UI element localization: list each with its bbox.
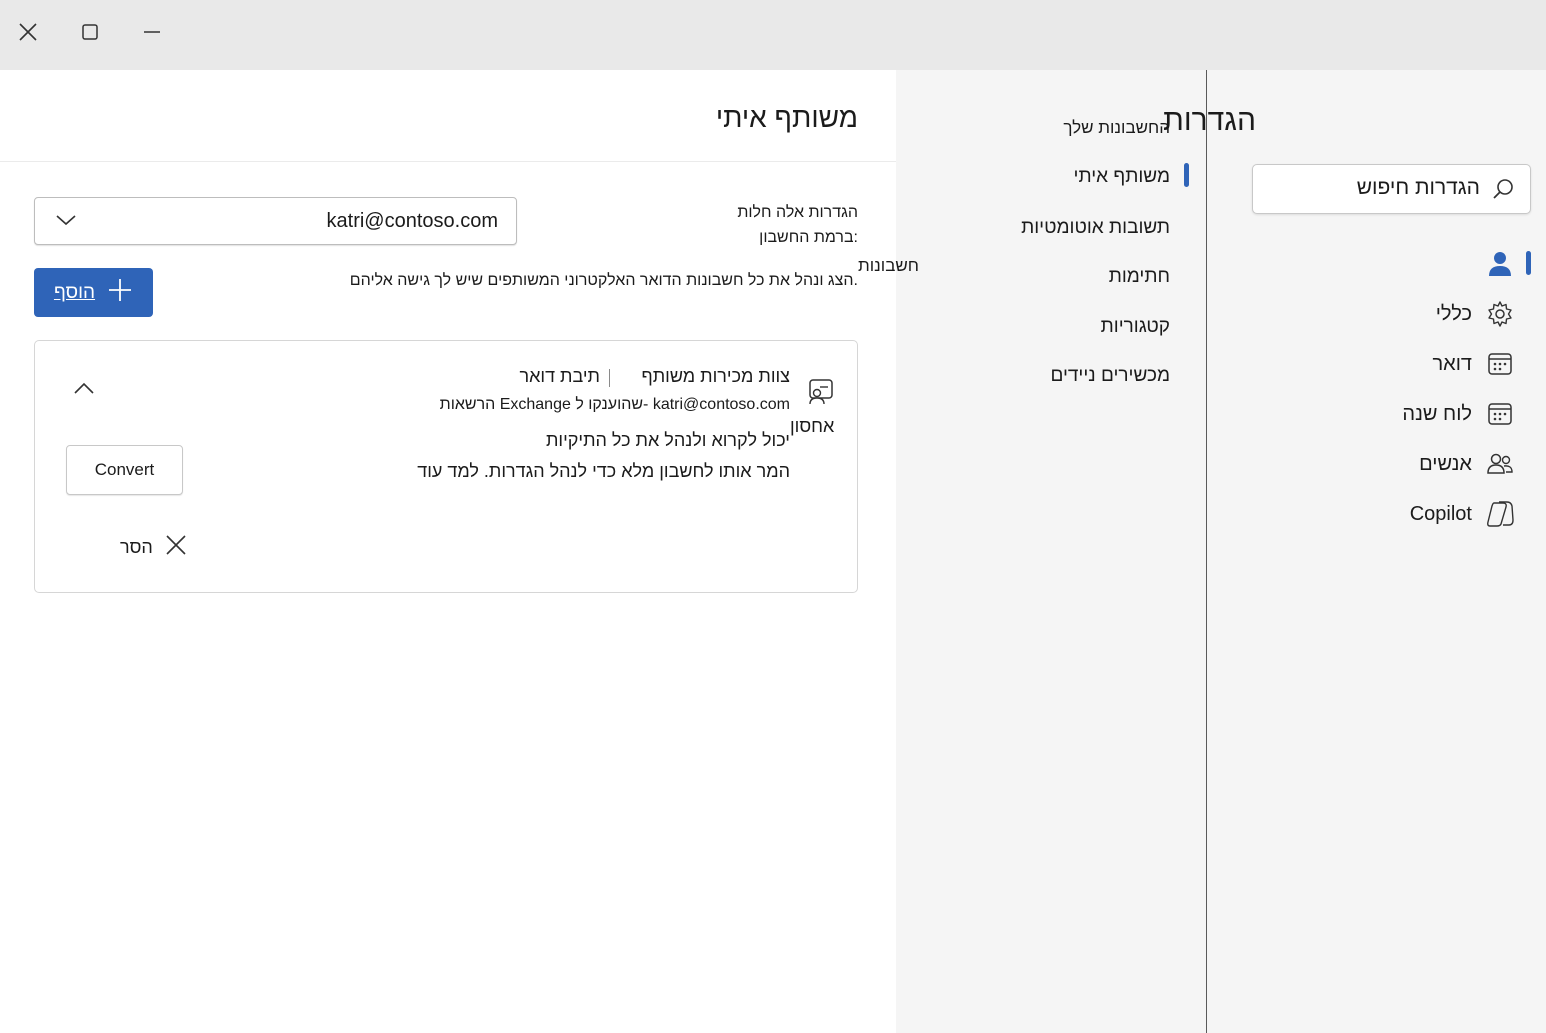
rail-item-label: אנשים xyxy=(1419,452,1472,475)
section-label: חשבונות xyxy=(858,256,919,275)
rail-item-label: דואר xyxy=(1432,352,1472,375)
mailbox-storage-label: אחסון xyxy=(790,416,835,436)
chevron-down-icon xyxy=(55,212,77,233)
maximize-icon[interactable] xyxy=(74,16,106,48)
header-divider xyxy=(0,161,896,162)
rail-item-label: כללי xyxy=(1435,302,1472,325)
mailbox-separator xyxy=(609,369,610,387)
nav-item-categories[interactable]: קטגוריות xyxy=(1101,316,1170,338)
page-title: משותף איתי xyxy=(715,102,858,133)
add-button[interactable]: הוסף xyxy=(34,268,153,317)
add-button-label: הוסף xyxy=(53,281,96,303)
chevron-up-icon[interactable] xyxy=(70,374,98,402)
search-icon xyxy=(1492,178,1514,205)
close-icon xyxy=(165,534,187,561)
plus-icon xyxy=(107,277,133,308)
applies-to-label: הגדרות אלה חלות ברמת החשבון: xyxy=(737,204,858,246)
mailbox-access-text: יכול לקרוא ולנהל את כל התיקיות xyxy=(545,430,790,450)
gear-icon xyxy=(1484,298,1516,330)
mail-calendar-icon xyxy=(1484,348,1516,380)
convert-description[interactable]: המר אותו לחשבון מלא כדי לנהל הגדרות. למד… xyxy=(417,461,790,482)
minimize-icon[interactable] xyxy=(136,16,168,48)
nav-active-indicator xyxy=(1184,163,1189,187)
nav-item-shared-with-me[interactable]: משותף איתי xyxy=(1074,166,1170,188)
mailbox-name: צוות מכירות משותף xyxy=(641,366,790,386)
nav-item-mobile-devices[interactable]: מכשירים ניידים xyxy=(1050,365,1170,387)
rail-item-accounts[interactable] xyxy=(1484,248,1516,280)
shared-mailbox-icon xyxy=(806,376,836,406)
account-dropdown[interactable]: katri@contoso.com xyxy=(34,197,517,245)
search-placeholder: הגדרות חיפוש xyxy=(1356,176,1480,199)
person-icon xyxy=(1484,248,1516,280)
settings-title: הגדרות xyxy=(1163,104,1256,137)
rail-item-people[interactable]: אנשים xyxy=(1400,448,1530,480)
rail-item-copilot[interactable]: Copilot xyxy=(1400,498,1530,530)
close-icon[interactable] xyxy=(12,16,44,48)
title-bar xyxy=(0,0,1546,70)
mailbox-permissions: הרשאות Exchange שהוענקו ל- katri@contoso… xyxy=(439,396,790,413)
remove-button[interactable]: הסר xyxy=(120,533,187,561)
rail-item-general[interactable]: כללי xyxy=(1400,298,1530,330)
account-dropdown-value: katri@contoso.com xyxy=(326,210,498,232)
nav-section-header: החשבונות שלך xyxy=(1063,118,1170,137)
rail-item-label: Copilot xyxy=(1409,502,1472,525)
rail-item-label: לוח שנה xyxy=(1402,402,1472,425)
people-icon xyxy=(1484,448,1516,480)
settings-rail xyxy=(1206,70,1546,1033)
copilot-icon xyxy=(1484,498,1516,530)
nav-item-automatic-replies[interactable]: תשובות אוטומטיות xyxy=(1021,217,1170,239)
convert-button[interactable]: Convert xyxy=(66,445,183,495)
rail-active-indicator xyxy=(1526,251,1531,275)
rail-item-mail[interactable]: דואר xyxy=(1400,348,1530,380)
mailbox-type: תיבת דואר xyxy=(519,366,600,386)
nav-item-signatures[interactable]: חתימות xyxy=(1109,266,1170,288)
calendar-icon xyxy=(1484,398,1516,430)
remove-button-label: הסר xyxy=(120,536,153,557)
settings-search-input[interactable]: הגדרות חיפוש xyxy=(1252,164,1531,214)
section-description: הצג ונהל את כל חשבונות הדואר האלקטרוני ה… xyxy=(349,272,858,289)
rail-item-calendar[interactable]: לוח שנה xyxy=(1400,398,1530,430)
settings-nav-pane xyxy=(896,70,1206,1033)
